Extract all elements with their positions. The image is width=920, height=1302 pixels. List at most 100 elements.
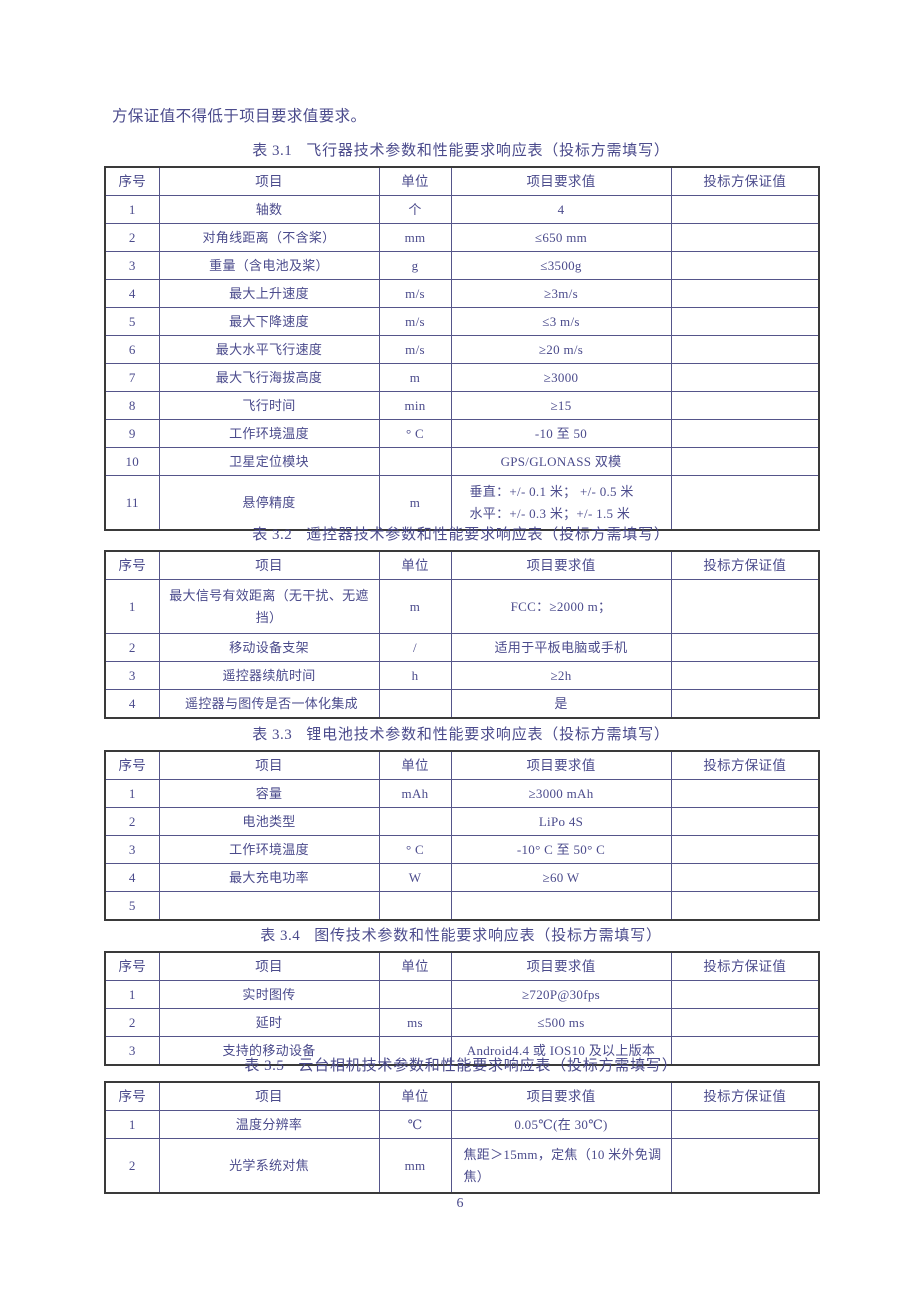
header-no: 序号 — [104, 166, 160, 196]
cell-guaranteed[interactable] — [670, 863, 820, 892]
cell-no: 2 — [104, 633, 160, 662]
cell-no: 1 — [104, 779, 160, 808]
cell-unit: m — [378, 579, 452, 634]
cell-unit: ° C — [378, 835, 452, 864]
table-header-row: 序号 项目 单位 项目要求值 投标方保证值 — [104, 951, 820, 981]
spec-table-3-2: 序号 项目 单位 项目要求值 投标方保证值 1 最大信号有效距离（无干扰、无遮挡… — [104, 550, 820, 719]
cell-unit: m/s — [378, 335, 452, 364]
cell-item: 卫星定位模块 — [158, 447, 380, 476]
header-unit: 单位 — [378, 1081, 452, 1111]
cell-unit: / — [378, 633, 452, 662]
cell-guaranteed[interactable] — [670, 251, 820, 280]
cell-no: 3 — [104, 251, 160, 280]
cell-guaranteed[interactable] — [670, 391, 820, 420]
table-row: 1 温度分辨率 ℃ 0.05℃(在 30℃) — [104, 1110, 820, 1139]
table-row: 6 最大水平飞行速度 m/s ≥20 m/s — [104, 335, 820, 364]
table-caption-3-2: 遥控器技术参数和性能要求响应表（投标方需填写） — [306, 527, 670, 543]
cell-guaranteed[interactable] — [670, 475, 820, 531]
header-unit: 单位 — [378, 166, 452, 196]
cell-required: ≥3000 mAh — [450, 779, 672, 808]
cell-item: 电池类型 — [158, 807, 380, 836]
cell-item: 最大下降速度 — [158, 307, 380, 336]
cell-guaranteed[interactable] — [670, 447, 820, 476]
cell-guaranteed[interactable] — [670, 335, 820, 364]
cell-guaranteed[interactable] — [670, 689, 820, 719]
table-number-3-3: 表 3.3 — [252, 727, 293, 743]
cell-unit: W — [378, 863, 452, 892]
cell-no: 5 — [104, 307, 160, 336]
cell-guaranteed[interactable] — [670, 1110, 820, 1139]
cell-required: ≤650 mm — [450, 223, 672, 252]
cell-item: 工作环境温度 — [158, 835, 380, 864]
cell-required[interactable] — [450, 891, 672, 921]
spec-table-3-5: 序号 项目 单位 项目要求值 投标方保证值 1 温度分辨率 ℃ 0.05℃(在 … — [104, 1081, 820, 1194]
intro-paragraph: 方保证值不得低于项目要求值要求。 — [112, 108, 367, 125]
cell-guaranteed[interactable] — [670, 891, 820, 921]
cell-required: 是 — [450, 689, 672, 719]
table-row: 2 延时 ms ≤500 ms — [104, 1008, 820, 1037]
header-guaranteed: 投标方保证值 — [670, 550, 820, 580]
cell-required: LiPo 4S — [450, 807, 672, 836]
table-caption-3-5: 云台相机技术参数和性能要求响应表（投标方需填写） — [298, 1058, 678, 1074]
cell-required: ≥2h — [450, 661, 672, 690]
table-row: 2 光学系统对焦 mm 焦距＞15mm，定焦（10 米外免调 焦） — [104, 1138, 820, 1194]
cell-unit: g — [378, 251, 452, 280]
cell-guaranteed[interactable] — [670, 307, 820, 336]
cell-item: 实时图传 — [158, 980, 380, 1009]
cell-guaranteed[interactable] — [670, 419, 820, 448]
cell-required: 垂直：+/- 0.1 米； +/- 0.5 米 水平：+/- 0.3 米；+/-… — [450, 475, 672, 531]
table-title-3-5: 表 3.5 云台相机技术参数和性能要求响应表（投标方需填写） — [104, 1055, 818, 1077]
cell-unit: 个 — [378, 195, 452, 224]
cell-unit[interactable] — [378, 891, 452, 921]
cell-guaranteed[interactable] — [670, 661, 820, 690]
table-row: 5 最大下降速度 m/s ≤3 m/s — [104, 307, 820, 336]
cell-required: ≥720P@30fps — [450, 980, 672, 1009]
cell-guaranteed[interactable] — [670, 223, 820, 252]
cell-guaranteed[interactable] — [670, 807, 820, 836]
header-no: 序号 — [104, 951, 160, 981]
table-caption-3-4: 图传技术参数和性能要求响应表（投标方需填写） — [314, 928, 662, 944]
header-item: 项目 — [158, 1081, 380, 1111]
header-unit: 单位 — [378, 951, 452, 981]
cell-guaranteed[interactable] — [670, 1008, 820, 1037]
cell-unit: mm — [378, 1138, 452, 1194]
cell-guaranteed[interactable] — [670, 1138, 820, 1194]
cell-guaranteed[interactable] — [670, 579, 820, 634]
table-row: 9 工作环境温度 ° C -10 至 50 — [104, 419, 820, 448]
cell-guaranteed[interactable] — [670, 980, 820, 1009]
required-line-2: 焦） — [463, 1168, 491, 1184]
cell-guaranteed[interactable] — [670, 195, 820, 224]
table-block-3-4: 表 3.4 图传技术参数和性能要求响应表（投标方需填写） 序号 项目 单位 项目要… — [104, 925, 820, 1066]
cell-guaranteed[interactable] — [670, 835, 820, 864]
table-row: 1 实时图传 ≥720P@30fps — [104, 980, 820, 1009]
header-guaranteed: 投标方保证值 — [670, 951, 820, 981]
cell-no: 3 — [104, 835, 160, 864]
cell-no: 2 — [104, 223, 160, 252]
table-header-row: 序号 项目 单位 项目要求值 投标方保证值 — [104, 550, 820, 580]
cell-required: 适用于平板电脑或手机 — [450, 633, 672, 662]
cell-item: 移动设备支架 — [158, 633, 380, 662]
cell-no: 1 — [104, 1110, 160, 1139]
cell-no: 10 — [104, 447, 160, 476]
spec-table-3-1: 序号 项目 单位 项目要求值 投标方保证值 1 轴数 个 4 2 对角线距离（不… — [104, 166, 820, 531]
cell-required: ≥60 W — [450, 863, 672, 892]
table-row: 3 遥控器续航时间 h ≥2h — [104, 661, 820, 690]
cell-guaranteed[interactable] — [670, 279, 820, 308]
cell-unit: m/s — [378, 279, 452, 308]
cell-item[interactable] — [158, 891, 380, 921]
required-line-1: 垂直：+/- 0.1 米； +/- 0.5 米 — [469, 483, 634, 499]
cell-no: 5 — [104, 891, 160, 921]
cell-guaranteed[interactable] — [670, 363, 820, 392]
cell-required: -10 至 50 — [450, 419, 672, 448]
cell-no: 4 — [104, 279, 160, 308]
table-title-3-4: 表 3.4 图传技术参数和性能要求响应表（投标方需填写） — [104, 925, 818, 947]
header-no: 序号 — [104, 550, 160, 580]
cell-item: 光学系统对焦 — [158, 1138, 380, 1194]
cell-no: 3 — [104, 661, 160, 690]
cell-unit: ms — [378, 1008, 452, 1037]
document-page: 方保证值不得低于项目要求值要求。 表 3.1 飞行器技术参数和性能要求响应表（投标… — [0, 0, 920, 1302]
cell-unit: mm — [378, 223, 452, 252]
cell-guaranteed[interactable] — [670, 633, 820, 662]
header-item: 项目 — [158, 550, 380, 580]
cell-guaranteed[interactable] — [670, 779, 820, 808]
